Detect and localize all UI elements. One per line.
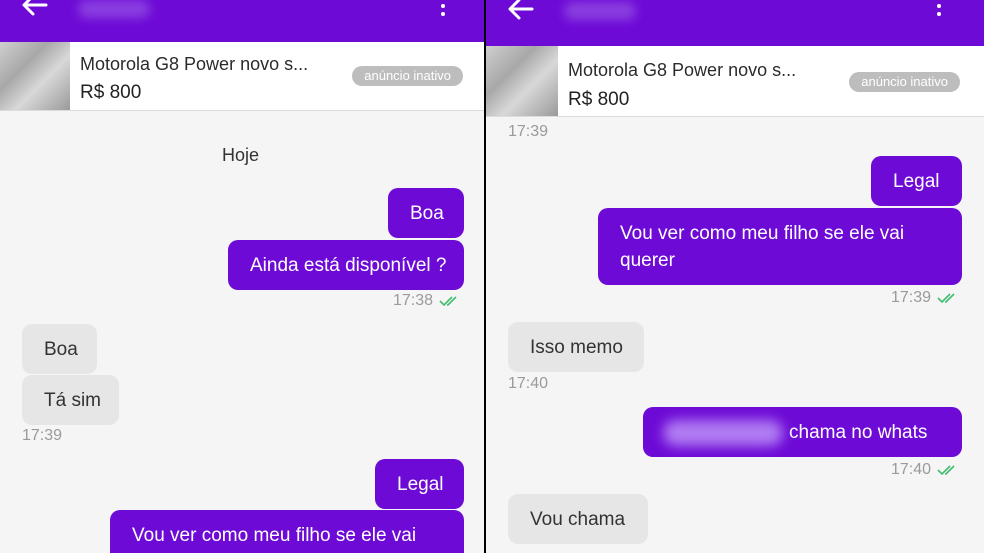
ad-price: R$ 800 <box>80 82 142 103</box>
timestamp-text: 17:40 <box>891 461 932 478</box>
message-timestamp: 17:40 <box>508 375 549 392</box>
back-arrow-icon[interactable] <box>506 0 534 22</box>
top-app-bar <box>486 0 984 46</box>
message-timestamp: 17:38 <box>393 292 461 310</box>
read-receipt-icon <box>937 293 955 303</box>
message-outgoing[interactable]: Ainda está disponível ? <box>228 240 464 290</box>
ad-card[interactable]: Motorola G8 Power novo s... R$ 800 anúnc… <box>486 46 984 117</box>
message-outgoing[interactable]: Vou ver como meu filho se ele vai querer <box>598 208 962 285</box>
ad-card[interactable]: Motorola G8 Power novo s... R$ 800 anúnc… <box>0 42 484 111</box>
chat-panel-left: Motorola G8 Power novo s... R$ 800 anúnc… <box>0 0 484 553</box>
message-timestamp: 17:39 <box>22 427 63 444</box>
message-outgoing[interactable]: Boa <box>388 188 464 238</box>
message-timestamp: 17:39 <box>891 289 959 307</box>
read-receipt-icon <box>937 465 955 475</box>
message-timestamp: 17:39 <box>508 123 549 140</box>
chat-panel-right: Motorola G8 Power novo s... R$ 800 anúnc… <box>486 0 984 553</box>
timestamp-text: 17:39 <box>891 289 932 306</box>
message-incoming[interactable]: Vou chama <box>508 494 648 544</box>
contact-name-blurred <box>78 0 150 18</box>
timestamp-text: 17:38 <box>393 292 434 309</box>
back-arrow-icon[interactable] <box>20 0 48 18</box>
ad-thumbnail <box>486 46 558 116</box>
message-outgoing[interactable]: Legal <box>871 156 962 206</box>
ad-title: Motorola G8 Power novo s... <box>80 54 309 74</box>
top-app-bar <box>0 0 484 42</box>
contact-name-blurred <box>564 2 636 20</box>
message-outgoing[interactable]: Legal <box>375 459 464 509</box>
more-options-icon[interactable] <box>440 0 446 18</box>
ad-price: R$ 800 <box>568 89 630 110</box>
ad-status-badge: anúncio inativo <box>849 72 960 92</box>
message-line: querer <box>620 250 675 271</box>
message-outgoing[interactable]: Vou ver como meu filho se ele vai <box>110 510 464 553</box>
ad-thumbnail <box>0 42 70 110</box>
message-text: chama no whats <box>789 422 928 443</box>
redacted-text <box>663 419 783 446</box>
message-line: Vou ver como meu filho se ele vai <box>620 223 905 244</box>
ad-title: Motorola G8 Power novo s... <box>568 60 797 80</box>
message-outgoing[interactable]: chama no whats <box>643 407 962 457</box>
message-incoming[interactable]: Isso memo <box>508 322 644 372</box>
ad-status-badge: anúncio inativo <box>352 66 463 86</box>
message-incoming[interactable]: Boa <box>22 324 97 374</box>
message-incoming[interactable]: Tá sim <box>22 375 119 425</box>
read-receipt-icon <box>439 296 457 306</box>
date-separator: Hoje <box>222 145 260 165</box>
more-options-icon[interactable] <box>936 0 942 18</box>
message-timestamp: 17:40 <box>891 461 959 479</box>
